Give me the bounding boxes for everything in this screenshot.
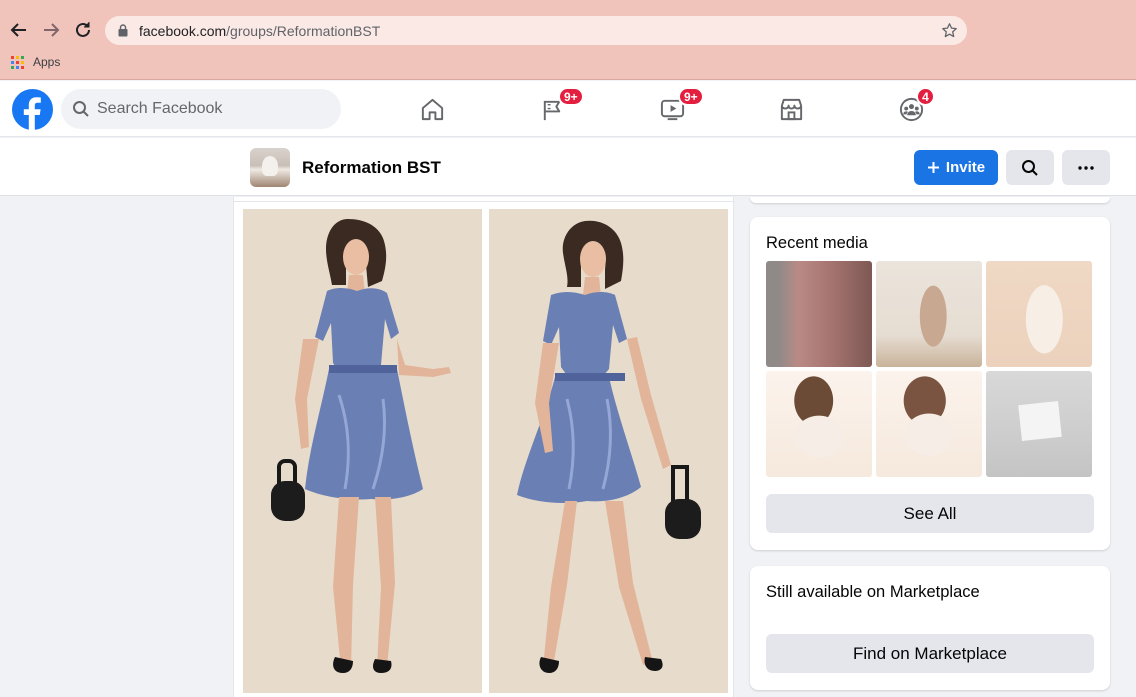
group-title[interactable]: Reformation BST — [302, 158, 441, 178]
search-icon — [1022, 159, 1038, 176]
tab-marketplace[interactable] — [767, 89, 815, 129]
facebook-logo[interactable] — [12, 89, 53, 130]
facebook-f-icon — [23, 97, 41, 130]
lock-icon — [118, 24, 128, 37]
marketplace-icon — [780, 98, 802, 120]
recent-media-title: Recent media — [766, 234, 868, 252]
recent-media-card: Recent media See All — [750, 217, 1110, 550]
back-button[interactable] — [6, 17, 32, 43]
media-thumb-1[interactable] — [766, 261, 872, 367]
media-thumb-4[interactable] — [766, 371, 872, 477]
media-thumb-2[interactable] — [876, 261, 982, 367]
bookmarks-bar: Apps — [11, 54, 60, 70]
watch-badge: 9+ — [678, 87, 704, 106]
browser-toolbar: facebook.com/groups/ReformationBST Apps — [0, 0, 1136, 80]
groups-badge: 4 — [916, 87, 935, 106]
url-host: facebook.com — [139, 23, 227, 39]
facebook-header: 9+ 9+ 4 — [0, 81, 1136, 137]
invite-button[interactable]: Invite — [914, 150, 998, 185]
dress-model-image — [489, 209, 728, 693]
forward-button[interactable] — [38, 17, 64, 43]
group-cover-thumbnail[interactable] — [250, 148, 290, 187]
group-search-button[interactable] — [1006, 150, 1054, 185]
group-header: Reformation BST Invite — [0, 138, 1136, 196]
dress-model-image — [243, 209, 482, 693]
tab-home[interactable] — [408, 89, 456, 129]
reload-button[interactable] — [70, 17, 96, 43]
see-all-button[interactable]: See All — [766, 494, 1094, 533]
more-options-button[interactable] — [1062, 150, 1110, 185]
sidebar-previous-card — [750, 197, 1110, 203]
marketplace-title: Still available on Marketplace — [766, 583, 980, 601]
arrow-left-icon — [10, 23, 26, 37]
bookmark-apps[interactable]: Apps — [33, 55, 60, 69]
tab-watch[interactable]: 9+ — [648, 87, 704, 129]
bookmark-star-icon[interactable] — [941, 22, 958, 39]
more-dots-icon — [1078, 165, 1094, 170]
media-thumb-6[interactable] — [986, 371, 1092, 477]
post-photo-2[interactable] — [489, 209, 728, 693]
search-box — [61, 89, 341, 129]
post-photo-1[interactable] — [243, 209, 482, 693]
recent-media-grid — [766, 261, 1094, 477]
post-card — [233, 197, 735, 697]
find-on-marketplace-button[interactable]: Find on Marketplace — [766, 634, 1094, 673]
tab-pages[interactable]: 9+ — [528, 87, 584, 129]
address-bar[interactable]: facebook.com/groups/ReformationBST — [105, 16, 967, 45]
search-input[interactable] — [97, 89, 327, 129]
marketplace-card: Still available on Marketplace Find on M… — [750, 566, 1110, 690]
tab-groups[interactable]: 4 — [887, 87, 935, 129]
arrow-right-icon — [44, 23, 60, 37]
url-text: facebook.com/groups/ReformationBST — [139, 23, 380, 39]
home-icon — [421, 98, 443, 120]
apps-grid-icon — [11, 55, 24, 69]
url-path: /groups/ReformationBST — [226, 23, 381, 39]
reload-icon — [76, 22, 90, 37]
media-thumb-5[interactable] — [876, 371, 982, 477]
plus-icon — [927, 162, 939, 173]
invite-label: Invite — [945, 159, 986, 176]
pages-badge: 9+ — [558, 87, 584, 106]
search-icon — [73, 101, 89, 117]
media-thumb-3[interactable] — [986, 261, 1092, 367]
